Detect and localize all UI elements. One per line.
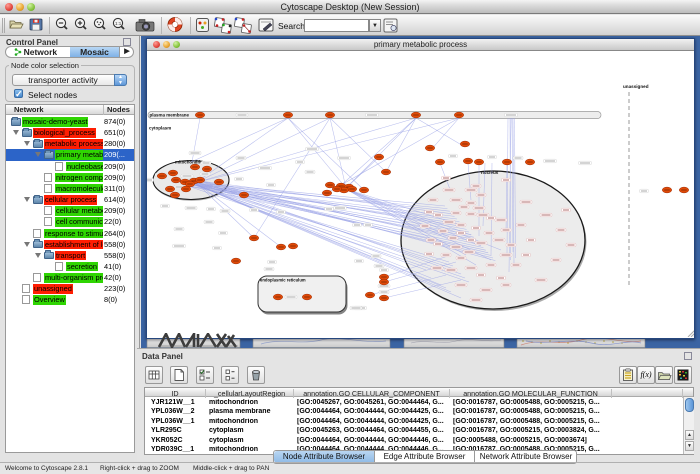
svg-text:plasma membrane: plasma membrane	[150, 113, 190, 118]
svg-text:unassigned: unassigned	[623, 84, 649, 89]
svg-text:endoplasmic reticulum: endoplasmic reticulum	[260, 278, 306, 283]
svg-text:nucleus: nucleus	[481, 170, 499, 175]
svg-text:1:1: 1:1	[115, 21, 122, 26]
svg-text:cytoplasm: cytoplasm	[149, 126, 171, 131]
